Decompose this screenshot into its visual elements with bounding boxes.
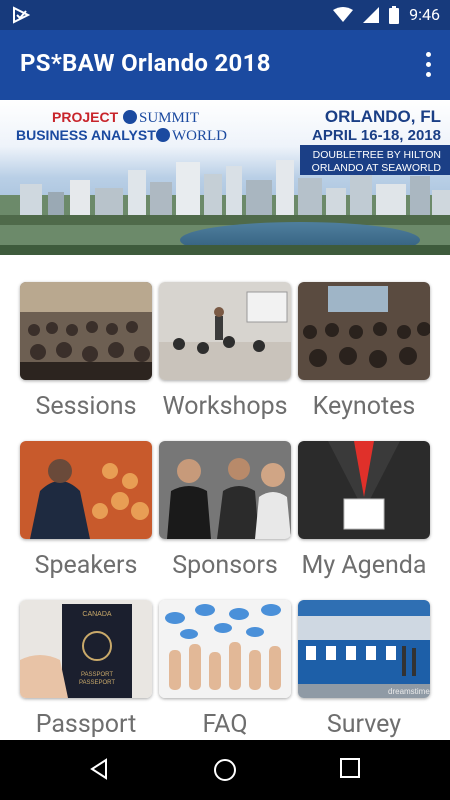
app-bar: PS*BAW Orlando 2018 bbox=[0, 30, 450, 100]
tile-my-agenda[interactable]: My Agenda bbox=[298, 441, 430, 580]
svg-text:APRIL 16-18, 2018: APRIL 16-18, 2018 bbox=[312, 127, 441, 144]
cellular-signal-icon bbox=[363, 6, 380, 23]
event-banner: PROJECT SUMMIT BUSINESS ANALYST WORLD OR… bbox=[0, 100, 450, 255]
svg-text:DOUBLETREE BY HILTON: DOUBLETREE BY HILTON bbox=[313, 149, 441, 161]
tile-faq[interactable]: FAQ bbox=[159, 600, 291, 739]
tile-label: Speakers bbox=[34, 551, 138, 580]
tile-sponsors[interactable]: Sponsors bbox=[159, 441, 291, 580]
tile-label: My Agenda bbox=[301, 551, 427, 580]
svg-text:PASSEPORT: PASSEPORT bbox=[79, 680, 115, 686]
tile-label: Survey bbox=[326, 710, 402, 739]
survey-image: dreamstime bbox=[298, 600, 430, 698]
faq-image bbox=[159, 600, 291, 698]
svg-text:ORLANDO, FL: ORLANDO, FL bbox=[325, 107, 441, 126]
svg-text:WORLD: WORLD bbox=[172, 128, 227, 144]
tile-label: Sponsors bbox=[172, 551, 278, 580]
speakers-image bbox=[20, 441, 152, 539]
passport-image: CANADA PASSPORT PASSEPORT bbox=[20, 600, 152, 698]
tile-label: FAQ bbox=[202, 710, 248, 739]
my-agenda-image bbox=[298, 441, 430, 539]
svg-text:BUSINESS ANALYST: BUSINESS ANALYST bbox=[16, 127, 156, 143]
svg-text:PASSPORT: PASSPORT bbox=[81, 672, 113, 678]
svg-text:CANADA: CANADA bbox=[82, 611, 112, 618]
tile-label: Sessions bbox=[35, 392, 137, 421]
app-notification-icon bbox=[13, 6, 30, 24]
svg-text:ORLANDO AT SEAWORLD: ORLANDO AT SEAWORLD bbox=[312, 162, 442, 174]
back-icon[interactable] bbox=[88, 758, 110, 780]
status-bar: 9:46 bbox=[0, 0, 450, 30]
tile-survey[interactable]: dreamstime Survey bbox=[298, 600, 430, 739]
tile-passport[interactable]: CANADA PASSPORT PASSEPORT Passport bbox=[20, 600, 152, 739]
status-time: 9:46 bbox=[409, 5, 440, 24]
tile-label: Keynotes bbox=[312, 392, 416, 421]
battery-icon bbox=[389, 5, 400, 24]
svg-text:PROJECT: PROJECT bbox=[52, 109, 119, 125]
keynotes-image bbox=[298, 282, 430, 380]
workshops-image bbox=[159, 282, 291, 380]
tile-keynotes[interactable]: Keynotes bbox=[298, 282, 430, 421]
svg-text:dreamstime: dreamstime bbox=[388, 687, 430, 696]
svg-text:SUMMIT: SUMMIT bbox=[139, 110, 199, 126]
overflow-menu-icon[interactable] bbox=[424, 52, 432, 78]
tile-label: Passport bbox=[35, 710, 137, 739]
tile-sessions[interactable]: Sessions bbox=[20, 282, 152, 421]
home-icon[interactable] bbox=[213, 758, 237, 782]
tile-speakers[interactable]: Speakers bbox=[20, 441, 152, 580]
sessions-image bbox=[20, 282, 152, 380]
system-navigation-bar bbox=[0, 740, 450, 800]
sponsors-image bbox=[159, 441, 291, 539]
wifi-icon bbox=[333, 6, 354, 22]
app-title: PS*BAW Orlando 2018 bbox=[20, 49, 271, 77]
tile-workshops[interactable]: Workshops bbox=[159, 282, 291, 421]
recents-icon[interactable] bbox=[340, 758, 360, 778]
tile-label: Workshops bbox=[162, 392, 288, 421]
